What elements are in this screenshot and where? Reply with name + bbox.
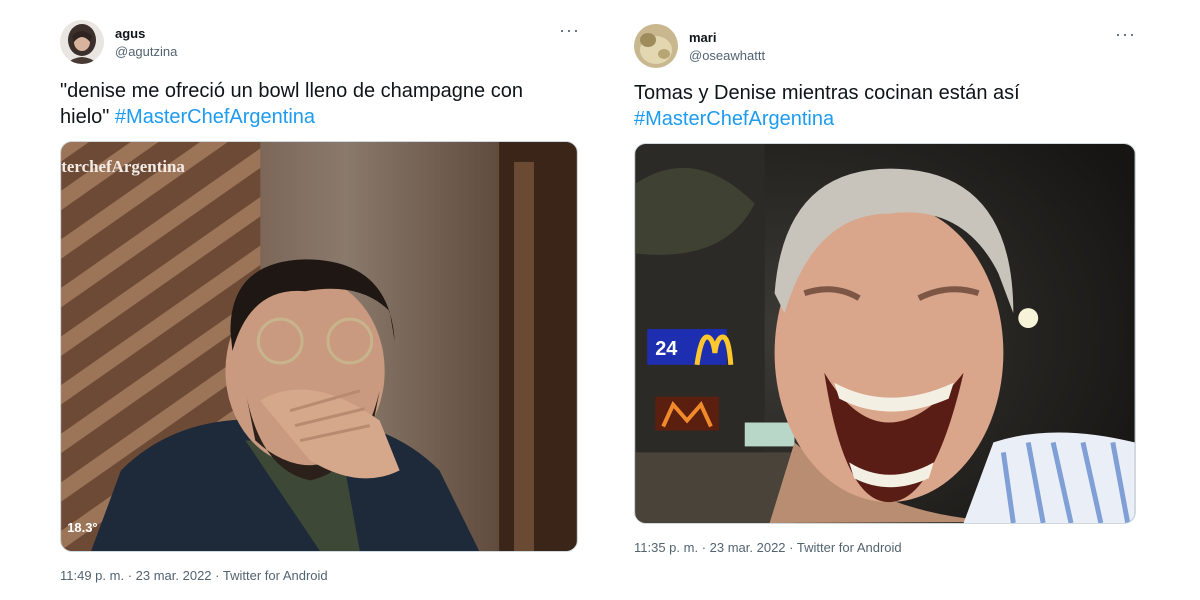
tweet-source[interactable]: Twitter for Android [223,568,328,583]
temperature-overlay: 18.3° [67,520,97,535]
more-options-icon[interactable]: ··· [1115,24,1136,45]
tweet-date[interactable]: 23 mar. 2022 [710,540,786,555]
display-name[interactable]: agus [115,26,145,41]
tweet-meta: 11:35 p. m. · 23 mar. 2022 · Twitter for… [634,540,1136,555]
display-name[interactable]: mari [689,30,716,45]
tweet-meta: 11:49 p. m. · 23 mar. 2022 · Twitter for… [60,568,580,583]
svg-text:24: 24 [655,338,677,360]
more-options-icon[interactable]: ··· [559,20,580,41]
hashtag-link[interactable]: #MasterChefArgentina [634,108,834,130]
watermark-text: terchefArgentina [61,157,185,176]
tweet-text: Tomas y Denise mientras cocinan están as… [634,80,1134,132]
tweet-card: mari @oseawhattt ··· Tomas y Denise mien… [634,22,1136,555]
separator: · [785,540,797,555]
separator: · [124,568,136,583]
tweet-date[interactable]: 23 mar. 2022 [136,568,212,583]
tweet-header: agus @agutzina ··· [60,18,580,66]
tweet-photo[interactable]: 24 [634,143,1136,524]
tweet-photo[interactable]: terchefArgentina 18.3° [60,141,578,552]
tweet-card: agus @agutzina ··· "denise me ofreció un… [60,18,580,583]
tweet-time[interactable]: 11:49 p. m. [60,568,124,583]
tweet-body: Tomas y Denise mientras cocinan están as… [634,82,1020,104]
user-handle[interactable]: @agutzina [115,44,177,59]
avatar[interactable] [634,24,678,68]
tweet-header: mari @oseawhattt ··· [634,22,1136,70]
tweet-text: "denise me ofreció un bowl lleno de cham… [60,78,560,130]
separator: · [698,540,710,555]
tweet-source[interactable]: Twitter for Android [797,540,902,555]
separator: · [211,568,223,583]
avatar[interactable] [60,20,104,64]
hashtag-link[interactable]: #MasterChefArgentina [115,106,315,128]
user-handle[interactable]: @oseawhattt [689,48,765,63]
tweet-time[interactable]: 11:35 p. m. [634,540,698,555]
